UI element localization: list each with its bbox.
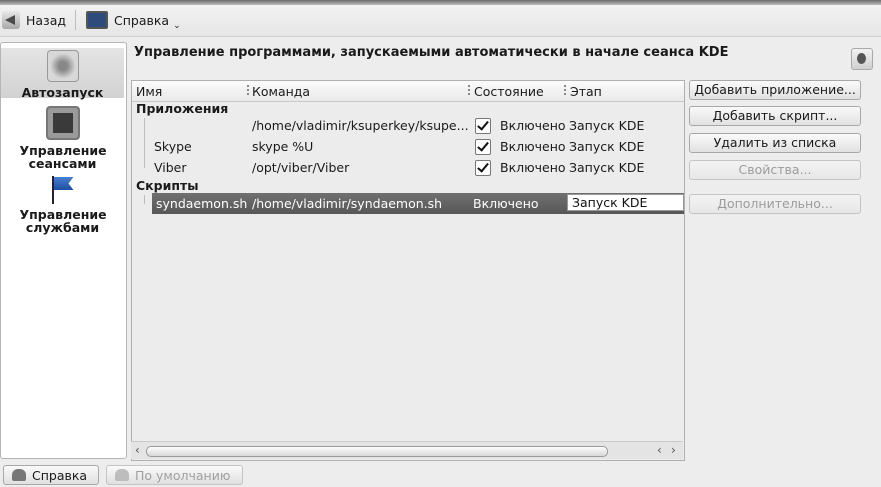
sidebar-item-services[interactable]: Управление службами: [1, 174, 124, 236]
column-header-command[interactable]: Команда: [252, 84, 310, 99]
row-command: /home/vladimir/ksuperkey/ksupe...: [252, 118, 469, 133]
advanced-button[interactable]: Дополнительно...: [689, 194, 861, 214]
table-row[interactable]: Skype skype %U Включено Запуск KDE: [132, 136, 684, 157]
row-name: Skype: [154, 139, 192, 154]
row-name: syndaemon.sh: [156, 196, 248, 211]
flag-icon: [48, 174, 78, 204]
column-header-name[interactable]: Имя: [136, 84, 162, 99]
row-state: Включено: [500, 118, 566, 133]
enabled-checkbox[interactable]: [475, 118, 491, 134]
row-name: Viber: [154, 160, 187, 175]
row-command: /home/vladimir/syndaemon.sh: [252, 196, 443, 211]
remove-button[interactable]: Удалить из списка: [689, 133, 861, 153]
help-icon[interactable]: [851, 48, 873, 70]
stage-combobox[interactable]: Запуск KDE: [567, 194, 684, 211]
add-script-button[interactable]: Добавить скрипт...: [689, 106, 861, 126]
back-arrow-icon: [2, 11, 20, 29]
table-row[interactable]: Viber /opt/viber/Viber Включено Запуск K…: [132, 157, 684, 178]
horizontal-scrollbar[interactable]: ‹ ‹ ›: [131, 441, 683, 459]
group-scripts[interactable]: Скрипты: [136, 178, 199, 193]
tree-branch-line: [144, 195, 145, 204]
add-application-button[interactable]: Добавить приложение...: [689, 80, 861, 100]
toolbar-separator: [75, 10, 76, 30]
row-stage: Запуск KDE: [569, 160, 645, 175]
sidebar-item-label: Управление службами: [19, 207, 107, 235]
scrollbar-thumb[interactable]: [146, 446, 608, 457]
help-button-label: Справка: [32, 467, 88, 483]
enabled-checkbox[interactable]: [475, 139, 491, 155]
table-row-selected[interactable]: syndaemon.sh /home/vladimir/syndaemon.sh…: [152, 193, 684, 214]
properties-button[interactable]: Свойства...: [689, 160, 861, 180]
group-applications[interactable]: Приложения: [136, 101, 228, 116]
help-button[interactable]: Справка: [3, 465, 99, 485]
column-header-stage[interactable]: Этап: [570, 84, 602, 99]
row-state: Включено: [473, 196, 539, 211]
autostart-tree[interactable]: Имя Команда Состояние Этап Приложения /h…: [131, 80, 685, 461]
column-separator: [468, 85, 470, 97]
sidebar-item-label: Управление сеансами: [19, 143, 107, 171]
scroll-right-icon[interactable]: ›: [671, 443, 676, 457]
sidebar-item-session-manager[interactable]: Управление сеансами: [1, 106, 124, 170]
column-separator: [564, 85, 566, 97]
help-menu-label: Справка: [114, 12, 170, 28]
tree-header: Имя Команда Состояние Этап: [132, 81, 684, 102]
page-title: Управление программами, запускаемыми авт…: [134, 45, 729, 60]
help-menu-button[interactable]: Справка ⌄: [86, 8, 181, 32]
back-button[interactable]: Назад: [2, 8, 66, 32]
sidebar-item-autostart[interactable]: Автозапуск: [1, 48, 124, 100]
autostart-icon: [46, 50, 79, 82]
defaults-button[interactable]: По умолчанию: [106, 465, 243, 485]
sidebar-item-label: Автозапуск: [21, 85, 104, 100]
table-row[interactable]: /home/vladimir/ksuperkey/ksupe... Включе…: [132, 115, 684, 136]
toolbar: Назад Справка ⌄: [0, 0, 881, 37]
row-state: Включено: [500, 139, 566, 154]
row-command: skype %U: [252, 139, 314, 154]
defaults-button-label: По умолчанию: [135, 467, 231, 483]
row-stage: Запуск KDE: [569, 118, 645, 133]
monitor-icon: [86, 11, 108, 29]
scroll-left-icon[interactable]: ‹: [135, 443, 140, 457]
enabled-checkbox[interactable]: [475, 160, 491, 176]
row-command: /opt/viber/Viber: [252, 160, 350, 175]
column-header-state[interactable]: Состояние: [474, 84, 544, 99]
scroll-left-icon[interactable]: ‹: [657, 443, 662, 457]
row-stage: Запуск KDE: [569, 139, 645, 154]
column-separator: [247, 85, 249, 97]
help-icon: [12, 469, 26, 481]
sidebar: Автозапуск Управление сеансами Управлени…: [0, 42, 127, 459]
row-state: Включено: [500, 160, 566, 175]
defaults-icon: [115, 469, 129, 481]
session-manager-icon: [45, 106, 80, 140]
chevron-down-icon: ⌄: [173, 21, 181, 31]
back-label: Назад: [26, 12, 67, 28]
